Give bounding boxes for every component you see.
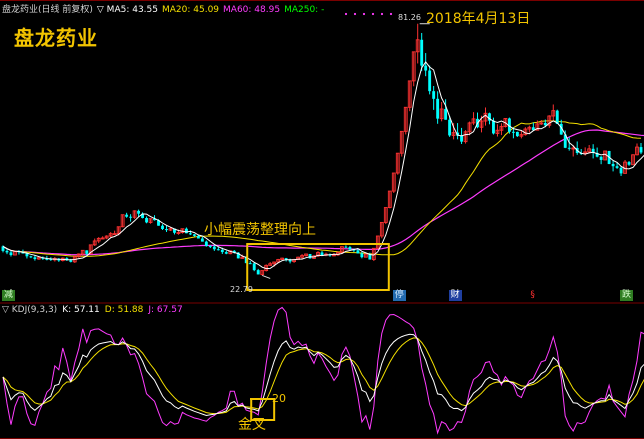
- candle-body: [360, 253, 364, 258]
- candle-body: [224, 252, 228, 254]
- level-20-label: 20: [272, 392, 286, 405]
- top-marker-dot: [380, 12, 384, 16]
- candle-body: [639, 147, 643, 153]
- candle-body: [129, 216, 133, 218]
- candle-body: [460, 135, 463, 142]
- candle-body: [25, 253, 29, 257]
- candle-body: [5, 250, 9, 253]
- kdj-header: ▽ KDJ(9,3,3) K: 57.11 D: 51.88 J: 67.57: [2, 305, 188, 315]
- candle-body: [137, 210, 141, 214]
- candle-body: [256, 270, 260, 275]
- candle-body: [212, 246, 216, 250]
- candle-body: [208, 246, 212, 248]
- candle-body: [85, 250, 89, 254]
- event-marker-0[interactable]: 减: [2, 290, 16, 301]
- event-marker-2[interactable]: 财: [448, 290, 462, 301]
- low-leader: [262, 274, 271, 279]
- ma60-line: [2, 129, 644, 256]
- event-marker-4[interactable]: 跌: [620, 290, 634, 301]
- candle-body: [428, 70, 432, 92]
- top-marker-dot: [362, 12, 366, 16]
- candle-body: [543, 122, 547, 126]
- stock-title: 盘龙药业: [14, 26, 98, 50]
- peak-price-label: 81.26: [398, 13, 421, 22]
- candle-body: [161, 225, 164, 230]
- stock-chart[interactable]: [0, 0, 644, 439]
- candle-body: [188, 233, 192, 235]
- date-annotation: 2018年4月13日: [426, 11, 531, 27]
- candle-body: [420, 39, 424, 66]
- candle-body: [204, 241, 208, 247]
- kdj-k-value: K: 57.11: [62, 305, 100, 315]
- candle-body: [615, 166, 619, 168]
- kdj-d-line: [2, 337, 644, 415]
- consolidation-annotation: 小幅震荡整理向上: [204, 222, 316, 238]
- top-marker-dot: [344, 12, 348, 16]
- candle-body: [627, 162, 631, 165]
- candle-body: [69, 260, 73, 262]
- candle-body: [29, 256, 33, 258]
- kdj-k-line: [2, 333, 644, 417]
- candle-body: [308, 253, 312, 259]
- candle-body: [515, 131, 519, 137]
- candle-body: [444, 109, 448, 120]
- candle-body: [9, 252, 13, 256]
- top-marker-dot: [353, 12, 357, 16]
- candle-body: [599, 156, 603, 160]
- top-marker-dot: [389, 12, 393, 16]
- kdj-j-value: J: 67.57: [148, 305, 183, 315]
- candle-body: [492, 120, 495, 134]
- candle-body: [436, 98, 440, 119]
- candle-body: [165, 229, 168, 231]
- consolidation-box: [246, 243, 390, 291]
- candle-body: [184, 228, 188, 234]
- candle-body: [619, 167, 623, 174]
- low-price-label: 22.79: [230, 285, 253, 294]
- candle-body: [432, 91, 436, 99]
- candle-body: [220, 249, 224, 253]
- candle-body: [145, 218, 148, 223]
- candle-body: [424, 65, 428, 71]
- candle-body: [192, 234, 196, 236]
- candle-body: [196, 235, 200, 239]
- kdj-j-line: [2, 306, 644, 435]
- candle-body: [511, 131, 515, 133]
- candle-body: [125, 214, 129, 217]
- ma20-line: [2, 120, 642, 257]
- candle-body: [448, 119, 452, 136]
- top-marker-dot: [371, 12, 375, 16]
- candle-body: [33, 257, 37, 260]
- golden-cross-label: 金叉: [238, 417, 266, 433]
- kdj-d-value: D: 51.88: [104, 305, 144, 315]
- candle-body: [320, 252, 324, 256]
- candle-body: [356, 250, 360, 254]
- candle-body: [216, 249, 220, 251]
- kdj-name: ▽ KDJ(9,3,3): [2, 305, 58, 315]
- candle-body: [567, 147, 571, 149]
- candle-body: [344, 246, 348, 248]
- event-marker-3[interactable]: §: [528, 290, 537, 301]
- candle-body: [248, 263, 252, 265]
- candle-body: [611, 163, 615, 167]
- candle-body: [348, 247, 352, 250]
- event-marker-1[interactable]: 停: [392, 290, 406, 301]
- candle-body: [252, 263, 256, 271]
